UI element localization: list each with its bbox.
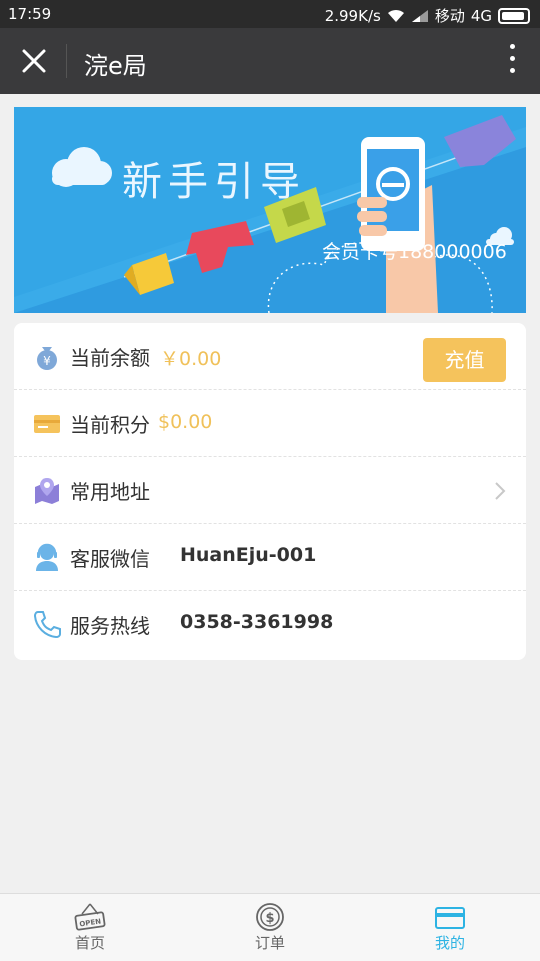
card-icon: [435, 907, 465, 929]
signal-icon: [411, 9, 428, 22]
cloud-icon: [52, 147, 112, 187]
hotline-row[interactable]: 服务热线 0358-3361998: [14, 591, 526, 658]
banner-title: 新手引导: [122, 159, 306, 205]
tab-mine[interactable]: 我的: [360, 894, 540, 961]
balance-value: ￥0.00: [160, 348, 222, 370]
battery-icon: [498, 7, 530, 24]
address-label: 常用地址: [70, 480, 150, 504]
tab-orders-label: 订单: [254, 934, 285, 952]
status-time: 17:59: [8, 5, 52, 23]
address-row[interactable]: 常用地址: [14, 457, 526, 524]
chevron-right-icon: [495, 482, 506, 500]
status-carrier: 移动: [434, 7, 465, 25]
more-menu-icon[interactable]: [506, 44, 518, 80]
recharge-button[interactable]: 充值: [423, 338, 506, 382]
member-card-number: 会员卡号188000006: [322, 241, 507, 263]
close-icon[interactable]: [18, 45, 50, 77]
wechat-value: HuanEju-001: [180, 544, 317, 566]
hotline-value[interactable]: 0358-3361998: [180, 611, 333, 633]
map-pin-icon: [35, 478, 59, 504]
status-net-speed: 2.99K/s: [324, 6, 381, 25]
points-label: 当前积分: [70, 413, 150, 437]
account-card: ¥ 当前余额 ￥0.00 充值 当前积分 $0.00 常用地址 客服微信 Hua…: [14, 323, 526, 660]
banner-illustration: [14, 115, 526, 313]
tab-home-label: 首页: [74, 934, 105, 952]
svg-text:$: $: [265, 911, 274, 926]
wechat-label: 客服微信: [70, 547, 150, 571]
balance-label: 当前余额: [70, 346, 150, 370]
tab-orders[interactable]: $ 订单: [180, 894, 360, 961]
page-title: 浣e局: [84, 52, 147, 80]
tab-mine-label: 我的: [434, 934, 465, 952]
nav-divider: [66, 44, 67, 78]
tab-home[interactable]: OPEN 首页: [0, 894, 180, 961]
money-bag-icon: ¥: [37, 347, 57, 370]
tab-bar: OPEN 首页 $ 订单 我的: [0, 893, 540, 961]
wechat-row: 客服微信 HuanEju-001: [14, 524, 526, 591]
points-value: $0.00: [158, 411, 213, 433]
status-bar: 17:59 2.99K/s 移动 4G: [0, 0, 540, 28]
wifi-icon: [387, 9, 404, 22]
points-row: 当前积分 $0.00: [14, 390, 526, 457]
open-sign-icon: OPEN: [74, 903, 106, 931]
svg-text:¥: ¥: [43, 354, 51, 368]
status-right: 2.99K/s 移动 4G: [325, 5, 530, 26]
nav-bar: 浣e局: [0, 28, 540, 94]
customer-service-icon: [36, 543, 58, 571]
card-points-icon: [34, 415, 60, 433]
status-network: 4G: [470, 6, 492, 25]
phone-icon: [33, 611, 61, 639]
hotline-label: 服务热线: [70, 614, 150, 638]
balance-row: ¥ 当前余额 ￥0.00 充值: [14, 323, 526, 390]
guide-banner[interactable]: 新手引导 会员卡号188000006: [14, 107, 526, 313]
dollar-coin-icon: $: [256, 903, 284, 931]
